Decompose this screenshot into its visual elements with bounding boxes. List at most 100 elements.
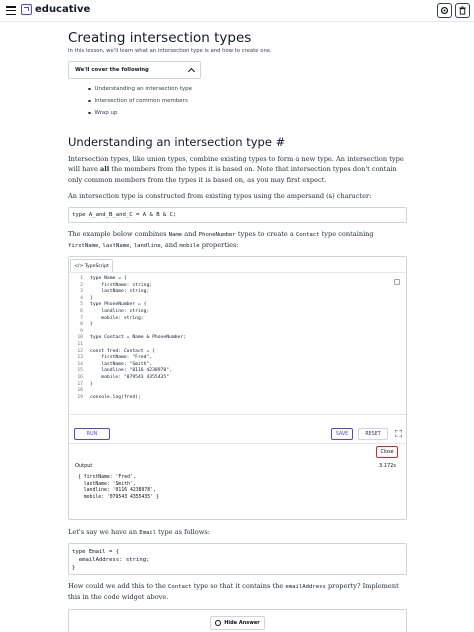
execution-time: 3.172s	[379, 463, 396, 469]
inline-code: Contact	[295, 232, 320, 238]
code-text: mobile: "079543 4355435"	[90, 375, 170, 380]
output-text: { firstName: 'Fred', lastName: 'Smith', …	[78, 475, 159, 500]
hide-answer-button[interactable]: Hide Answer	[210, 616, 265, 630]
line-number: 6	[80, 309, 83, 314]
text-fragment: , and	[160, 241, 178, 250]
text-fragment: type so that it contains the	[193, 582, 284, 590]
code-text: lastName: string;	[90, 289, 150, 295]
answer-panel: Hide Answer	[68, 609, 407, 632]
code-line[interactable]: 3 lastName: string;	[69, 289, 149, 296]
lightbulb-icon	[215, 620, 222, 626]
code-line[interactable]: 18	[69, 388, 90, 395]
text-fragment: The example below combines	[68, 230, 167, 238]
line-number: 15	[77, 368, 83, 374]
settings-button[interactable]	[437, 3, 452, 18]
tab-typescript[interactable]: </> TypeScript	[70, 259, 113, 272]
code-snippet-intersection[interactable]: type A_and_B_and_C = A & B & C;	[68, 207, 407, 223]
code-line[interactable]: 16 mobile: "079543 4355435"	[69, 375, 169, 382]
code-text: }	[90, 322, 93, 328]
toc-item-common-members[interactable]: Intersection of common members	[88, 95, 192, 107]
code-line[interactable]: 19 console.log(fred);	[69, 394, 140, 402]
paragraph-intersection-intro: Intersection types, like union types, co…	[68, 154, 408, 185]
code-line[interactable]: 11	[69, 342, 90, 349]
bold-text: all	[99, 165, 110, 174]
delete-button[interactable]	[455, 3, 470, 18]
code-text: type PhoneNumber = {	[90, 302, 147, 308]
code-line[interactable]: 5 type PhoneNumber = {	[69, 302, 146, 309]
inline-code: Name	[168, 232, 183, 238]
run-button[interactable]: RUN	[74, 428, 110, 440]
code-editor[interactable]: 1 type Name = {2 firstName: string; 3 last…	[69, 272, 406, 415]
text-fragment: Let's say we have an	[68, 528, 138, 536]
line-number: 1	[80, 276, 83, 281]
code-text: }	[90, 381, 93, 387]
text-fragment: the members from the types it is based o…	[68, 165, 397, 184]
code-text: mobile: string;	[90, 315, 144, 321]
code-text: firstName: "Fred",	[90, 355, 153, 361]
code-line[interactable]: 6 landline: string;	[69, 309, 149, 316]
paragraph-email-type: Let's say we have an Email type as follo…	[68, 527, 408, 538]
toc-item-wrap-up[interactable]: Wrap up	[88, 107, 192, 119]
line-number: 13	[77, 355, 83, 361]
inline-code: PhoneNumber	[198, 232, 236, 238]
inline-code: Contact	[168, 584, 192, 590]
table-of-contents-toggle[interactable]: We'll cover the following	[68, 61, 201, 79]
close-output-button[interactable]: Close	[376, 446, 398, 458]
hide-answer-label: Hide Answer	[224, 620, 260, 626]
inline-code: lastName	[102, 243, 130, 250]
reset-button[interactable]: RESET	[358, 428, 388, 440]
paragraph-ampersand: An intersection type is constructed from…	[68, 191, 408, 202]
inline-code: Email	[139, 530, 157, 536]
code-text: type Name = {	[90, 276, 127, 281]
save-button[interactable]: SAVE	[331, 428, 353, 440]
toc-item-understanding[interactable]: Understanding an intersection type	[88, 83, 193, 95]
text-fragment: properties:	[201, 241, 239, 250]
text-fragment: ) character:	[332, 192, 372, 200]
code-text: type Contact = Name & PhoneNumber;	[90, 335, 186, 341]
code-line[interactable]: 15 landline: "0116 4238978",	[69, 368, 172, 375]
text-fragment: An intersection type is constructed from…	[68, 192, 329, 200]
copy-icon[interactable]	[394, 279, 400, 285]
text-fragment: ,	[98, 241, 101, 250]
code-line[interactable]: 13 firstName: "Fred",	[69, 355, 152, 362]
educative-logo-icon	[21, 4, 32, 15]
code-line[interactable]: 8}	[69, 322, 93, 329]
line-number: 10	[77, 335, 83, 341]
output-label: Output	[75, 463, 93, 469]
text-fragment: type as follows:	[158, 528, 211, 536]
code-line[interactable]: 10 type Contact = Name & PhoneNumber;	[69, 335, 186, 342]
line-number: 3	[80, 289, 83, 295]
inline-code: firstName	[68, 243, 99, 250]
text-fragment: and	[184, 230, 197, 238]
line-number: 5	[80, 302, 83, 308]
expand-icon[interactable]	[395, 430, 402, 437]
text-fragment: type containing	[321, 230, 374, 238]
line-number: 18	[77, 388, 83, 394]
inline-code: mobile	[179, 243, 200, 250]
text-fragment: types to create a	[237, 230, 294, 238]
toc-list: Understanding an intersection type Inter…	[88, 83, 193, 119]
inline-code: emailAddress	[285, 584, 326, 590]
trash-icon	[459, 6, 466, 15]
code-snippet-email[interactable]: type Email = { emailAddress: string; }	[68, 543, 407, 575]
inline-code: landline	[133, 243, 161, 250]
brand-name: educative	[35, 4, 91, 15]
top-navigation-bar: educative	[0, 0, 474, 22]
paragraph-example-description: The example below combines Name and Phon…	[68, 229, 408, 252]
hamburger-menu-icon[interactable]	[6, 6, 16, 15]
line-number: 11	[77, 342, 83, 347]
page-title: Creating intersection types	[68, 30, 252, 46]
line-number: 8	[80, 322, 83, 328]
toc-title: We'll cover the following	[75, 67, 149, 73]
code-text: landline: "0116 4238978",	[90, 368, 172, 374]
code-text: landline: string;	[90, 309, 150, 314]
chevron-up-icon	[187, 67, 196, 75]
brand-logo[interactable]: educative	[21, 4, 90, 15]
line-number: 16	[77, 375, 83, 380]
text-fragment: ,	[129, 241, 132, 250]
paragraph-exercise: How could we add this to the Contact typ…	[68, 581, 408, 603]
line-number: 19	[77, 394, 83, 400]
gear-icon	[440, 6, 449, 15]
section-heading: Understanding an intersection type #	[68, 135, 286, 149]
code-line[interactable]: 1 type Name = {	[69, 276, 127, 283]
